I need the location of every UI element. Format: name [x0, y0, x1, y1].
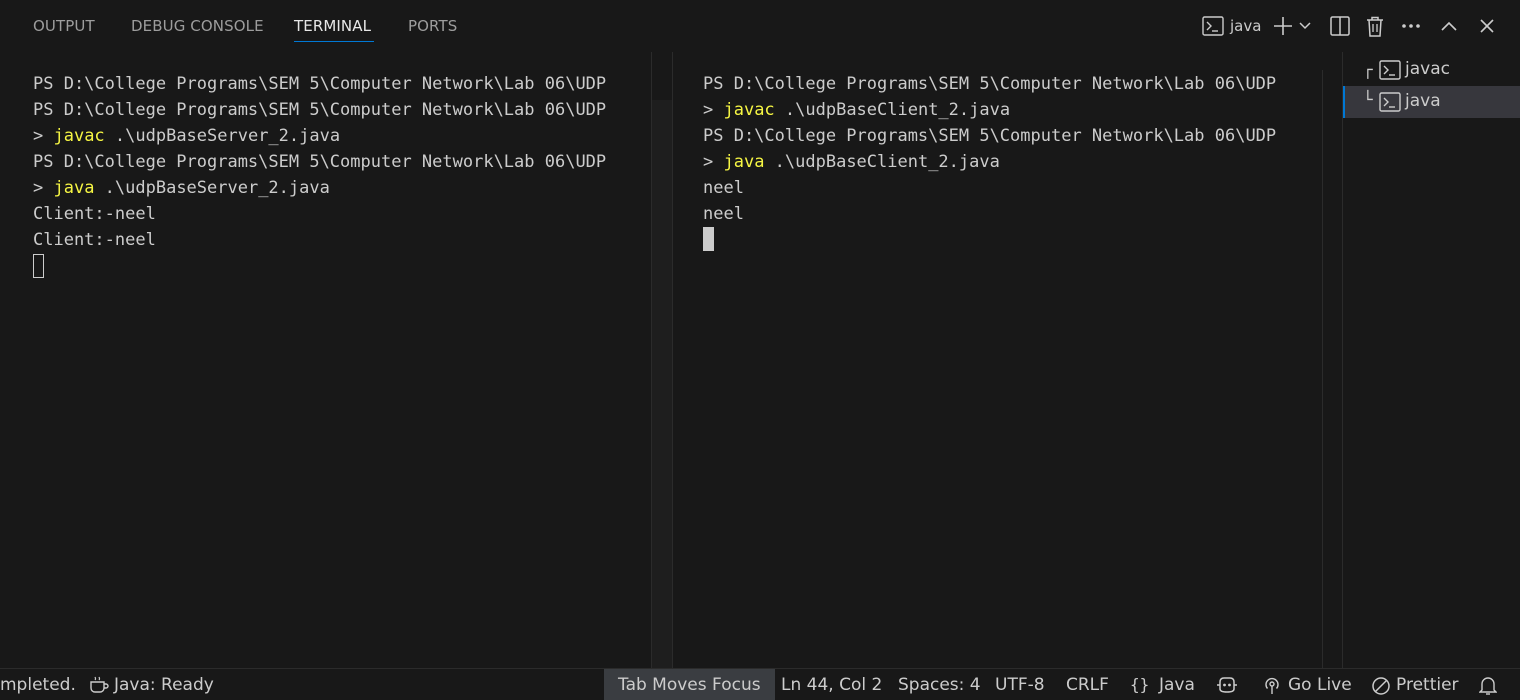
tab-output[interactable]: OUTPUT: [33, 17, 95, 35]
plus-icon[interactable]: [1271, 12, 1295, 40]
chevron-down-icon[interactable]: [1297, 12, 1313, 40]
tree-glyph: ┌: [1363, 60, 1373, 79]
terminal-line: neel: [703, 178, 744, 198]
go-live-button[interactable]: Go Live: [1288, 669, 1352, 700]
terminal-line: PS D:\College Programs\SEM 5\Computer Ne…: [33, 152, 607, 172]
ellipsis-icon[interactable]: [1398, 12, 1424, 40]
terminal-cursor: [703, 227, 714, 251]
terminal-left[interactable]: PS D:\College Programs\SEM 5\Computer Ne…: [0, 52, 651, 668]
prettier-status[interactable]: Prettier: [1396, 669, 1459, 700]
java-status[interactable]: Java: Ready: [114, 669, 214, 700]
encoding[interactable]: UTF-8: [995, 669, 1045, 700]
terminal-line: Client:-neel: [33, 204, 156, 224]
broadcast-icon: [1262, 676, 1282, 700]
terminal-right[interactable]: PS D:\College Programs\SEM 5\Computer Ne…: [670, 52, 1322, 668]
braces-icon: {}: [1130, 675, 1150, 694]
chevron-up-icon[interactable]: [1436, 12, 1462, 40]
terminal-line: > java .\udpBaseClient_2.java: [703, 152, 1000, 172]
active-tab-indicator: [294, 41, 374, 42]
prohibited-icon: [1371, 676, 1391, 700]
tab-ports[interactable]: PORTS: [408, 17, 457, 35]
terminal-line: > javac .\udpBaseClient_2.java: [703, 100, 1011, 120]
indentation[interactable]: Spaces: 4: [898, 669, 981, 700]
coffee-cup-icon: [89, 676, 111, 699]
end-of-line[interactable]: CRLF: [1066, 669, 1109, 700]
terminal-icon[interactable]: [1199, 12, 1227, 40]
terminal-line: neel: [703, 204, 744, 224]
bell-icon[interactable]: [1478, 676, 1498, 700]
terminal-right-scrollbar[interactable]: [1322, 70, 1342, 668]
terminal-cursor: [33, 254, 44, 278]
status-task[interactable]: mpleted.: [0, 669, 76, 700]
terminal-line: Client:-neel: [33, 230, 156, 250]
tab-terminal[interactable]: TERMINAL: [294, 17, 371, 35]
terminal-icon: [1379, 92, 1401, 117]
terminal-line: > java .\udpBaseServer_2.java: [33, 178, 330, 198]
terminal-line: PS D:\College Programs\SEM 5\Computer Ne…: [33, 74, 607, 94]
panel-header: OUTPUT DEBUG CONSOLE TERMINAL PORTS java: [0, 0, 1520, 52]
status-bar: mpleted. Java: Ready Tab Moves Focus Ln …: [0, 668, 1520, 700]
tree-glyph: └: [1363, 90, 1373, 109]
terminal-list-item-java[interactable]: └ java: [1343, 86, 1520, 118]
terminal-line: > javac .\udpBaseServer_2.java: [33, 126, 341, 146]
split-editor-icon[interactable]: [1327, 12, 1353, 40]
terminal-icon: [1379, 60, 1401, 85]
terminal-list-item-javac[interactable]: ┌ javac: [1343, 54, 1520, 86]
language-mode[interactable]: Java: [1159, 669, 1195, 700]
copilot-icon[interactable]: [1216, 676, 1238, 699]
terminal-list-label: java: [1405, 91, 1441, 111]
terminal-line: PS D:\College Programs\SEM 5\Computer Ne…: [703, 126, 1277, 146]
active-terminal-name[interactable]: java: [1230, 17, 1261, 35]
terminal-line: PS D:\College Programs\SEM 5\Computer Ne…: [703, 74, 1277, 94]
terminal-list: ┌ javac └ java: [1343, 52, 1520, 668]
terminal-list-label: javac: [1405, 59, 1450, 79]
tab-moves-focus[interactable]: Tab Moves Focus: [604, 669, 775, 700]
close-icon[interactable]: [1474, 12, 1500, 40]
tab-debug-console[interactable]: DEBUG CONSOLE: [131, 17, 264, 35]
trash-icon[interactable]: [1362, 12, 1388, 40]
terminal-line: PS D:\College Programs\SEM 5\Computer Ne…: [33, 100, 607, 120]
cursor-position[interactable]: Ln 44, Col 2: [781, 669, 882, 700]
